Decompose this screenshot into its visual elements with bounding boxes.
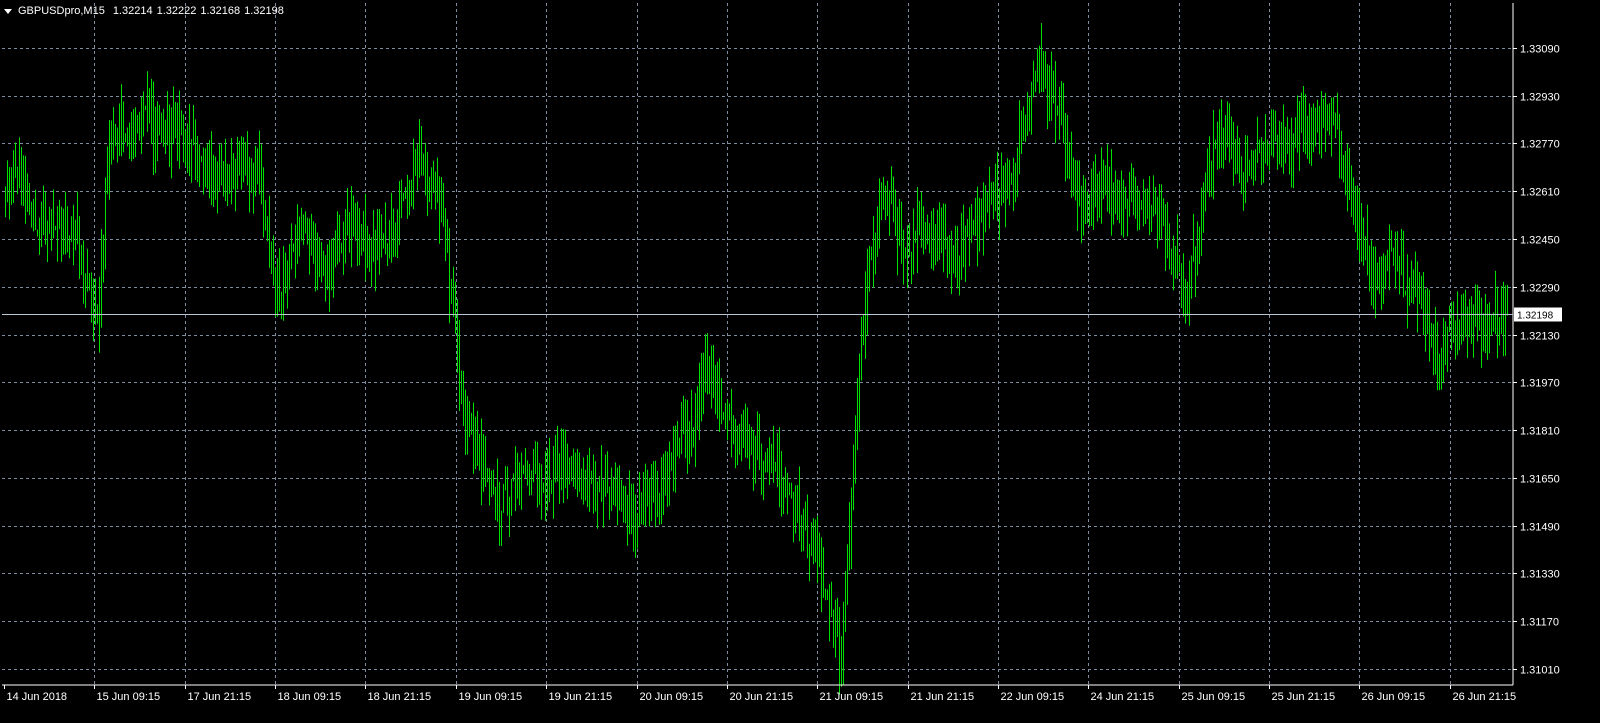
x-tick-label: 18 Jun 09:15 [278,691,342,703]
symbol-name: GBPUSDpro,M15 [18,5,105,17]
time-scale[interactable]: 14 Jun 2018 15 Jun 09:15 17 Jun 21:15 18 Ju… [4,685,1517,703]
x-tick-label: 17 Jun 21:15 [188,691,252,703]
y-tick-label: 1.31010 [1520,665,1560,677]
price-chart[interactable]: 1.33090 1.32930 1.32770 1.32610 1.32450 1.322… [0,0,1600,723]
x-tick-label: 25 Jun 09:15 [1182,691,1246,703]
y-tick-label: 1.31650 [1520,474,1560,486]
x-tick-label: 15 Jun 09:15 [97,691,161,703]
y-tick-label: 1.32770 [1520,139,1560,151]
chart-header: GBPUSDpro,M15 1.32214 1.32222 1.32168 1.… [4,3,284,19]
y-tick-label: 1.31810 [1520,426,1560,438]
chart-axes [2,3,1514,686]
x-tick-label: 22 Jun 09:15 [1001,691,1065,703]
current-price-label: 1.32198 [1517,311,1554,322]
x-tick-label: 14 Jun 2018 [7,691,68,703]
ohlc-bars [5,23,1508,695]
y-tick-label: 1.32930 [1520,92,1560,104]
x-tick-label: 26 Jun 21:15 [1453,691,1517,703]
close-price: 1.32198 [244,5,284,17]
y-tick-label: 1.32450 [1520,235,1560,247]
y-tick-label: 1.33090 [1520,44,1560,56]
x-tick-label: 19 Jun 21:15 [549,691,613,703]
y-tick-label: 1.31170 [1520,617,1559,629]
y-tick-label: 1.32130 [1520,331,1560,343]
chart-window[interactable]: 1.33090 1.32930 1.32770 1.32610 1.32450 1.322… [0,0,1600,723]
y-tick-label: 1.31490 [1520,522,1560,534]
x-tick-label: 24 Jun 21:15 [1091,691,1155,703]
x-tick-label: 20 Jun 09:15 [640,691,704,703]
x-tick-label: 19 Jun 09:15 [459,691,523,703]
y-tick-label: 1.32290 [1520,283,1560,295]
x-tick-label: 25 Jun 21:15 [1272,691,1336,703]
x-tick-label: 18 Jun 21:15 [368,691,432,703]
high-price: 1.32222 [156,5,197,17]
x-tick-label: 21 Jun 09:15 [820,691,884,703]
x-tick-label: 21 Jun 21:15 [911,691,975,703]
price-scale[interactable]: 1.33090 1.32930 1.32770 1.32610 1.32450 1.322… [1513,44,1560,677]
collapse-triangle-icon[interactable] [4,8,12,14]
current-price-line: 1.32198 [2,307,1562,322]
x-tick-label: 20 Jun 21:15 [730,691,794,703]
open-price: 1.32214 [112,5,153,17]
y-tick-label: 1.31970 [1520,378,1560,390]
y-tick-label: 1.31330 [1520,569,1560,581]
grid [2,3,1513,684]
x-tick-label: 26 Jun 09:15 [1362,691,1426,703]
low-price: 1.32168 [200,5,241,17]
y-tick-label: 1.32610 [1520,187,1560,199]
